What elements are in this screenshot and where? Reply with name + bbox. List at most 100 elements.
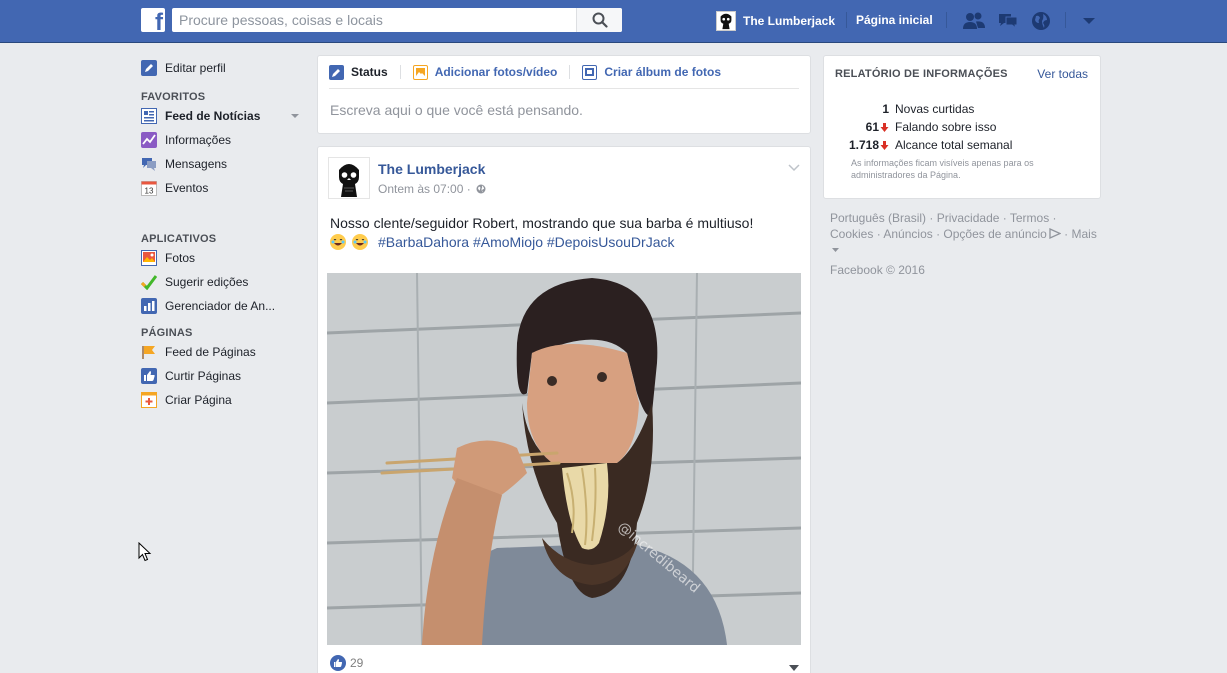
post-reactions[interactable]: 29 (330, 655, 363, 671)
chevron-down-icon[interactable] (832, 248, 839, 253)
post-hashtags[interactable]: #BarbaDahora #AmoMiojo #DepoisUsouDrJack (378, 234, 674, 250)
post-author[interactable]: The Lumberjack (378, 161, 485, 177)
tab-add-photos-video[interactable]: Adicionar fotos/vídeo (412, 64, 558, 80)
trend-down-arrow-icon (880, 122, 889, 132)
friend-requests-icon[interactable] (962, 11, 986, 31)
section-heading-apps: APLICATIVOS (141, 233, 217, 245)
feed-post: The Lumberjack Ontem às 07:00 · Nosso cl… (317, 146, 811, 673)
tab-album-label: Criar álbum de fotos (604, 65, 722, 79)
footer-copyright: Facebook © 2016 (830, 263, 925, 277)
insights-value: 1.718 (848, 138, 879, 152)
insights-value: 1 (882, 102, 889, 116)
ads-manager-icon (141, 298, 157, 314)
bearded-man-eating-noodles-photo: @incredibeard (327, 273, 801, 645)
album-icon (582, 64, 598, 80)
insights-panel: RELATÓRIO DE INFORMAÇÕES Ver todas 1 Nov… (823, 55, 1101, 199)
globe-icon (476, 184, 486, 194)
home-link[interactable]: Página inicial (856, 13, 933, 27)
search-button[interactable] (576, 8, 622, 32)
status-input[interactable]: Escreva aqui o que você está pensando. (318, 89, 810, 131)
see-all-link[interactable]: Ver todas (1037, 67, 1088, 81)
sidebar-item-events[interactable]: 13 Eventos (141, 176, 301, 200)
insights-heading: RELATÓRIO DE INFORMAÇÕES (835, 68, 1008, 80)
skull-beard-logo-icon (717, 12, 735, 30)
footer-link-privacy[interactable]: Privacidade (937, 211, 1000, 225)
skull-beard-logo-icon (329, 158, 369, 198)
photos-icon (141, 250, 157, 266)
insights-rows: 1 Novas curtidas 61 Falando sobre isso 1… (835, 100, 1095, 181)
checkmark-icon (141, 274, 157, 290)
tab-status-label: Status (351, 65, 388, 79)
insights-row[interactable]: 61 Falando sobre isso (835, 118, 1095, 136)
photo-icon (412, 64, 428, 80)
sidebar-item-suggest-edits[interactable]: Sugerir edições (141, 270, 301, 294)
sidebar-item-insights[interactable]: Informações (141, 128, 301, 152)
insights-label: Alcance total semanal (895, 138, 1013, 152)
facebook-logo-icon[interactable]: f (141, 8, 165, 32)
profile-link[interactable]: The Lumberjack (716, 9, 835, 33)
sidebar-item-ads-manager[interactable]: Gerenciador de An... (141, 294, 301, 318)
laughing-tears-emoji-icon (352, 234, 368, 250)
nav-divider (846, 12, 847, 28)
sidebar-item-pages-feed[interactable]: Feed de Páginas (141, 340, 301, 364)
post-options-chevron-icon[interactable] (788, 161, 800, 175)
sidebar-item-messages[interactable]: Mensagens (141, 152, 301, 176)
calendar-icon: 13 (141, 180, 157, 196)
pencil-icon (329, 64, 344, 80)
footer-link-ads[interactable]: Anúncios (883, 227, 932, 241)
search-input[interactable] (172, 8, 576, 32)
insights-row[interactable]: 1.718 Alcance total semanal (835, 136, 1095, 154)
messages-icon (141, 156, 157, 172)
post-composer: Status Adicionar fotos/vídeo Criar álbum… (317, 55, 811, 134)
thumbs-up-icon (141, 368, 157, 384)
top-navigation-bar: f The Lumberjack Página inicial (0, 0, 1227, 43)
insights-note: As informações ficam visíveis apenas par… (851, 158, 1034, 180)
footer-link-ad-choices[interactable]: Opções de anúncio (943, 227, 1046, 241)
pages-feed-icon (141, 344, 157, 360)
insights-icon (141, 132, 157, 148)
tab-status[interactable]: Status (329, 64, 388, 80)
insights-row[interactable]: 1 Novas curtidas (835, 100, 1095, 118)
sidebar-item-edit-profile[interactable]: Editar perfil (141, 56, 301, 80)
news-feed-icon (141, 108, 157, 124)
sidebar-item-photos[interactable]: Fotos (141, 246, 301, 270)
nav-divider (946, 12, 947, 28)
section-heading-favorites: FAVORITOS (141, 91, 206, 103)
post-actions-dropdown-icon[interactable] (789, 660, 799, 673)
footer-link-cookies[interactable]: Cookies (830, 227, 873, 241)
calendar-badge: 13 (145, 187, 154, 196)
profile-name: The Lumberjack (743, 14, 836, 28)
tab-divider (399, 65, 401, 79)
post-timestamp[interactable]: Ontem às 07:00 · (378, 182, 486, 196)
account-dropdown-icon[interactable] (1077, 11, 1101, 31)
tab-photos-label: Adicionar fotos/vídeo (434, 65, 558, 79)
avatar[interactable] (328, 157, 370, 199)
sidebar-item-create-page[interactable]: Criar Página (141, 388, 301, 412)
laughing-tears-emoji-icon (330, 234, 346, 250)
insights-value: 61 (865, 120, 879, 134)
footer-link-terms[interactable]: Termos (1010, 211, 1049, 225)
footer-link-more[interactable]: Mais (1072, 227, 1097, 241)
insights-label: Novas curtidas (895, 102, 975, 116)
mouse-cursor-icon (138, 541, 152, 565)
like-count: 29 (350, 656, 364, 670)
post-message: Nosso clente/seguidor Robert, mostrando … (330, 214, 800, 252)
create-page-icon (141, 392, 157, 408)
footer-links: Português (Brasil) · Privacidade · Termo… (830, 210, 1100, 258)
trend-down-arrow-icon (880, 140, 889, 150)
tab-divider (569, 65, 571, 79)
tab-create-album[interactable]: Criar álbum de fotos (582, 64, 722, 80)
section-heading-pages: PÁGINAS (141, 327, 193, 339)
left-sidebar: Editar perfil FAVORITOS Feed de Notícias… (141, 56, 301, 412)
chevron-down-icon[interactable] (291, 113, 299, 119)
search-icon (592, 12, 608, 28)
avatar (716, 11, 736, 31)
sidebar-item-like-pages[interactable]: Curtir Páginas (141, 364, 301, 388)
like-reaction-icon (330, 655, 346, 671)
notifications-globe-icon[interactable] (1029, 11, 1053, 31)
footer-link-language[interactable]: Português (Brasil) (830, 211, 926, 225)
sidebar-item-news-feed[interactable]: Feed de Notícias (141, 104, 301, 128)
messages-icon[interactable] (996, 11, 1020, 31)
post-photo[interactable]: @incredibeard (327, 273, 801, 645)
composer-tabs: Status Adicionar fotos/vídeo Criar álbum… (329, 56, 799, 89)
